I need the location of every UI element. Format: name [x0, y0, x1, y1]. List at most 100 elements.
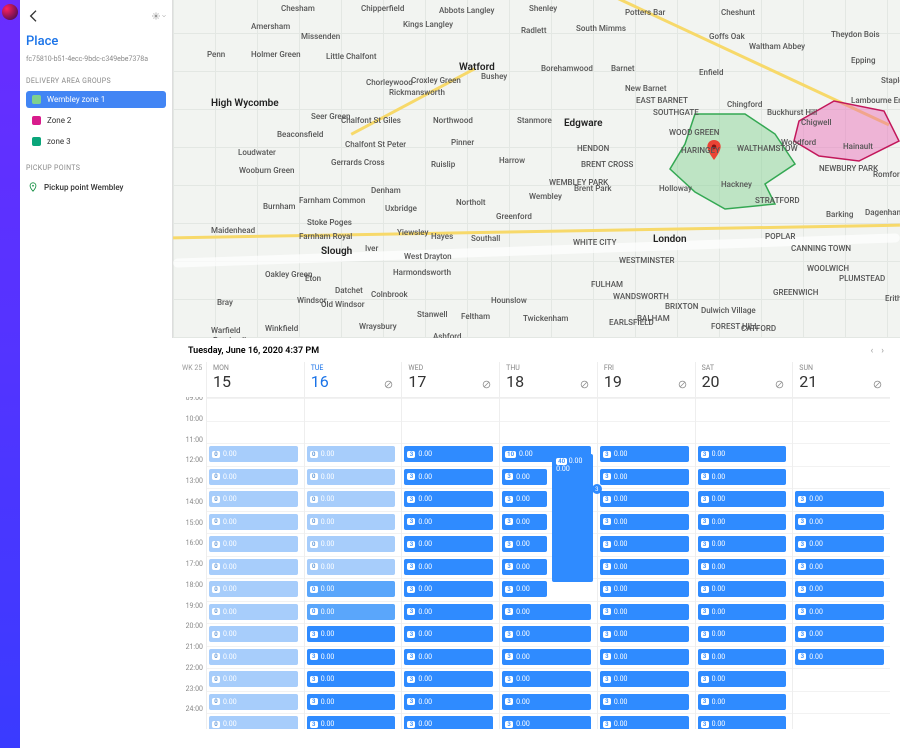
timeslot[interactable]: 30.00 — [307, 626, 396, 642]
day-header-sun[interactable]: SUN21 — [792, 362, 890, 397]
timeslot[interactable]: 00.00 — [209, 626, 298, 642]
next-week-button[interactable]: › — [881, 346, 884, 356]
timeslot[interactable]: 30.00 — [502, 626, 591, 642]
timeslot[interactable]: 30.00 — [698, 649, 787, 665]
timeslot[interactable]: 30.00 — [307, 716, 396, 729]
timeslot[interactable]: 30.00 — [502, 536, 547, 552]
timeslot[interactable]: 30.00 — [600, 469, 689, 485]
timeslot[interactable]: 30.00 — [795, 514, 884, 530]
timeslot[interactable]: 00.00 — [307, 469, 396, 485]
timeslot[interactable]: 30.00 — [600, 626, 689, 642]
back-button[interactable] — [26, 8, 42, 24]
timeslot[interactable]: 30.00 — [502, 671, 591, 687]
timeslot[interactable]: 30.00 — [795, 581, 884, 597]
timeslot[interactable]: 30.00 — [795, 536, 884, 552]
timeslot[interactable]: 30.00 — [600, 716, 689, 729]
timeslot[interactable]: 30.00 — [404, 671, 493, 687]
timeslot[interactable]: 30.00 — [600, 536, 689, 552]
timeslot[interactable]: 30.00 — [795, 626, 884, 642]
zone-item-1[interactable]: Zone 2 — [26, 112, 166, 129]
timeslot[interactable]: 30.00 — [502, 514, 547, 530]
timeslot[interactable]: 30.00 — [698, 716, 787, 729]
timeslot[interactable]: 30.00 — [600, 671, 689, 687]
timeslot[interactable]: 30.00 — [600, 649, 689, 665]
timeslot[interactable]: 30.00 — [795, 491, 884, 507]
timeslot[interactable]: 00.00 — [209, 514, 298, 530]
timeslot[interactable]: 30.00 — [698, 491, 787, 507]
timeslot[interactable]: 30.00 — [600, 491, 689, 507]
timeslot[interactable]: 00.00 — [307, 536, 396, 552]
timeslot[interactable]: 30.00 — [502, 581, 547, 597]
timeslot[interactable]: 30.00 — [698, 536, 787, 552]
app-logo[interactable] — [2, 4, 18, 20]
timeslot[interactable]: 00.00 — [209, 491, 298, 507]
day-header-mon[interactable]: MON15 — [206, 362, 304, 397]
timeslot[interactable]: 00.00 — [209, 469, 298, 485]
timeslot[interactable]: 00.00 — [307, 446, 396, 462]
timeslot[interactable]: 00.00 — [307, 491, 396, 507]
timeslot[interactable]: 00.00 — [209, 649, 298, 665]
timeslot[interactable]: 30.00 — [404, 536, 493, 552]
timeslot[interactable]: 30.00 — [307, 694, 396, 710]
timeslot[interactable]: 30.00 — [698, 694, 787, 710]
timeslot[interactable]: 00.00 — [307, 604, 396, 620]
timeslot[interactable]: 30.00 — [404, 514, 493, 530]
pickup-item-0[interactable]: Pickup point Wembley — [26, 178, 166, 196]
timeslot[interactable]: 30.00 — [600, 446, 689, 462]
timeslot[interactable]: 30.00 — [307, 649, 396, 665]
day-header-thu[interactable]: THU18 — [499, 362, 597, 397]
timeslot[interactable]: 00.00 — [209, 536, 298, 552]
day-header-fri[interactable]: FRI19 — [597, 362, 695, 397]
timeslot[interactable]: 30.00 — [698, 559, 787, 575]
day-header-sat[interactable]: SAT20 — [695, 362, 793, 397]
timeslot[interactable]: 00.00 — [307, 514, 396, 530]
day-header-wed[interactable]: WED17 — [401, 362, 499, 397]
timeslot[interactable]: 00.00 — [209, 694, 298, 710]
timeslot[interactable]: 30.00 — [698, 514, 787, 530]
timeslot[interactable]: 30.00 — [698, 446, 787, 462]
timeslot[interactable]: 30.00 — [502, 559, 547, 575]
timeslot[interactable]: 30.00 — [698, 604, 787, 620]
timeslot[interactable]: 00.00 — [209, 446, 298, 462]
timeslot[interactable]: 30.00 — [600, 581, 689, 597]
timeslot[interactable]: 30.00 — [404, 491, 493, 507]
timeslot[interactable]: 30.00 — [404, 626, 493, 642]
timeslot[interactable]: 30.00 — [795, 649, 884, 665]
timeslot[interactable]: 30.00 — [698, 671, 787, 687]
timeslot[interactable]: 00.00 — [209, 559, 298, 575]
timeslot[interactable]: 30.00 — [404, 604, 493, 620]
timeslot[interactable]: 30.00 — [502, 694, 591, 710]
timeslot[interactable]: 30.00 — [404, 559, 493, 575]
timeslot[interactable]: 30.00 — [600, 514, 689, 530]
timeslot[interactable]: 30.00 — [698, 626, 787, 642]
timeslot[interactable]: 30.00 — [698, 469, 787, 485]
timeslot[interactable]: 00.00 — [307, 559, 396, 575]
timeslot-large[interactable]: 40 0.000.00 — [552, 454, 593, 582]
timeslot[interactable]: 30.00 — [502, 716, 591, 729]
timeslot[interactable]: 00.00 — [209, 716, 298, 729]
timeslot[interactable]: 30.00 — [404, 446, 493, 462]
timeslot[interactable]: 00.00 — [209, 671, 298, 687]
timeslot[interactable]: 30.00 — [502, 491, 547, 507]
timeslot[interactable]: 30.00 — [502, 604, 591, 620]
timeslot[interactable]: 00.00 — [209, 581, 298, 597]
timeslot[interactable]: 30.00 — [404, 581, 493, 597]
timeslot[interactable]: 30.00 — [795, 559, 884, 575]
timeslot[interactable]: 00.00 — [307, 581, 396, 597]
timeslot[interactable]: 00.00 — [209, 604, 298, 620]
timeslot[interactable]: 30.00 — [307, 671, 396, 687]
timeslot[interactable]: 30.00 — [404, 649, 493, 665]
zone-item-2[interactable]: zone 3 — [26, 133, 166, 150]
overflow-badge[interactable]: 3 — [592, 484, 602, 494]
timeslot[interactable]: 30.00 — [600, 604, 689, 620]
timeslot[interactable]: 30.00 — [600, 559, 689, 575]
settings-dropdown[interactable] — [152, 9, 166, 23]
timeslot[interactable]: 30.00 — [502, 469, 547, 485]
timeslot[interactable]: 30.00 — [502, 649, 591, 665]
prev-week-button[interactable]: ‹ — [870, 346, 873, 356]
timeslot[interactable]: 30.00 — [404, 716, 493, 729]
timeslot[interactable]: 30.00 — [404, 469, 493, 485]
timeslot[interactable]: 30.00 — [600, 694, 689, 710]
day-header-tue[interactable]: TUE16 — [304, 362, 402, 397]
zone-item-0[interactable]: Wembley zone 1 — [26, 91, 166, 108]
